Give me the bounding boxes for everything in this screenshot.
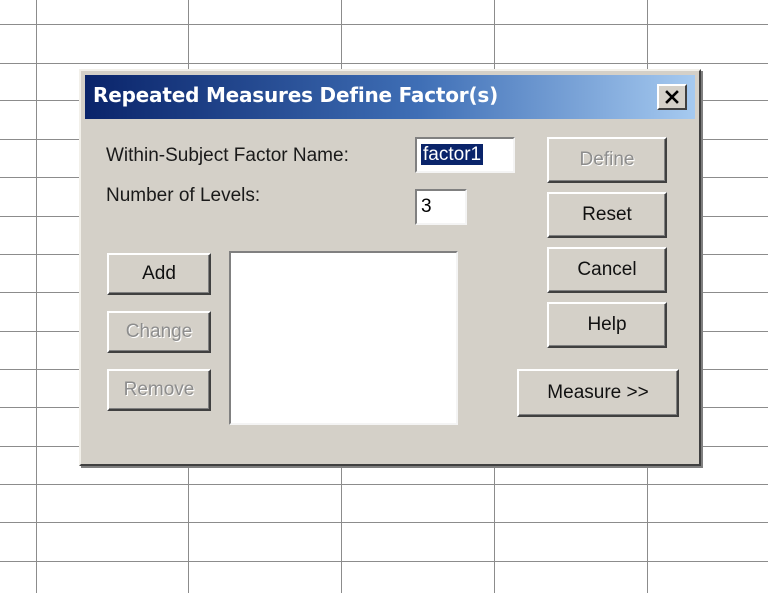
remove-button[interactable]: Remove — [107, 369, 211, 411]
levels-label: Number of Levels: — [106, 185, 261, 206]
measure-button[interactable]: Measure >> — [517, 369, 679, 417]
help-button[interactable]: Help — [547, 302, 667, 348]
close-icon — [664, 90, 680, 104]
factor-name-input[interactable]: factor1 — [415, 137, 515, 173]
reset-button[interactable]: Reset — [547, 192, 667, 238]
factor-name-value: factor1 — [421, 144, 484, 165]
cancel-button[interactable]: Cancel — [547, 247, 667, 293]
grid-line — [36, 0, 37, 593]
dialog-titlebar[interactable]: Repeated Measures Define Factor(s) — [85, 75, 695, 119]
factor-listbox[interactable] — [229, 251, 458, 425]
grid-line — [0, 24, 768, 25]
add-button[interactable]: Add — [107, 253, 211, 295]
factor-name-label: Within-Subject Factor Name: — [106, 145, 349, 166]
define-factors-dialog: Repeated Measures Define Factor(s) Withi… — [79, 69, 701, 466]
levels-value: 3 — [421, 196, 432, 217]
define-button[interactable]: Define — [547, 137, 667, 183]
dialog-title: Repeated Measures Define Factor(s) — [93, 83, 499, 107]
change-button[interactable]: Change — [107, 311, 211, 353]
grid-line — [0, 63, 768, 64]
grid-line — [0, 561, 768, 562]
grid-line — [0, 484, 768, 485]
levels-input[interactable]: 3 — [415, 189, 467, 225]
close-button[interactable] — [657, 84, 687, 110]
grid-line — [0, 522, 768, 523]
